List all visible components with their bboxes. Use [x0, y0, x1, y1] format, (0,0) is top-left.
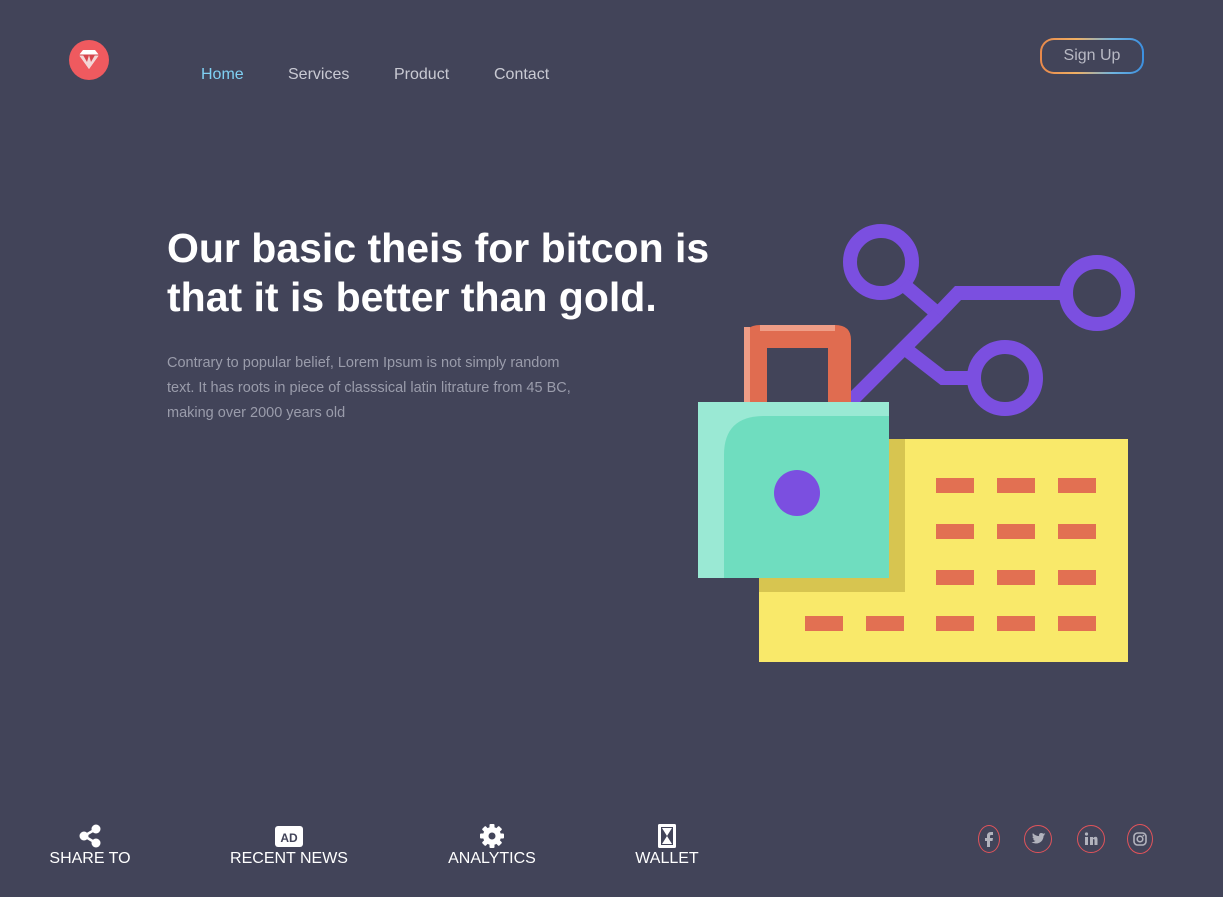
- svg-text:AD: AD: [280, 831, 298, 845]
- hero-illustration: [690, 220, 1140, 670]
- facebook-link[interactable]: [978, 825, 1000, 853]
- recent-news-button[interactable]: AD RECENT NEWS: [226, 823, 352, 868]
- hourglass-icon: [658, 824, 676, 848]
- wallet-label: WALLET: [635, 850, 699, 867]
- hero-paragraph-line1: Contrary to popular belief, Lorem Ipsum …: [167, 355, 560, 371]
- hero-headline-line2: that it is better than gold.: [167, 274, 657, 320]
- logo[interactable]: [69, 40, 109, 80]
- linkedin-icon: [1084, 832, 1098, 845]
- hero-paragraph-line2: text. It has roots in piece of classsica…: [167, 380, 571, 396]
- recent-news-label: RECENT NEWS: [230, 850, 348, 867]
- twitter-link[interactable]: [1024, 825, 1052, 853]
- network-icon: [843, 224, 1135, 416]
- instagram-icon: [1133, 832, 1147, 846]
- hero-headline: Our basic theis for bitcon is that it is…: [167, 224, 767, 322]
- share-to-label: SHARE TO: [49, 850, 131, 867]
- nav-home[interactable]: Home: [201, 66, 244, 84]
- security-illustration: [698, 224, 1135, 662]
- hero-headline-line1: Our basic theis for bitcon is: [167, 225, 710, 271]
- analytics-button[interactable]: ANALYTICS: [446, 823, 538, 868]
- ad-icon: AD: [275, 826, 303, 847]
- padlock-icon: [698, 325, 889, 578]
- nav-product[interactable]: Product: [394, 66, 449, 84]
- share-to-button[interactable]: SHARE TO: [45, 823, 135, 868]
- signup-button[interactable]: Sign Up: [1040, 38, 1144, 74]
- facebook-icon: [985, 832, 993, 847]
- wallet-button[interactable]: WALLET: [632, 823, 702, 868]
- analytics-label: ANALYTICS: [448, 850, 536, 867]
- twitter-icon: [1031, 833, 1046, 844]
- gear-icon: [480, 824, 504, 848]
- linkedin-link[interactable]: [1077, 825, 1105, 853]
- nav-services[interactable]: Services: [288, 66, 349, 84]
- signup-label: Sign Up: [1042, 40, 1142, 72]
- diamond-icon: [79, 50, 99, 69]
- nav-contact[interactable]: Contact: [494, 66, 549, 84]
- instagram-link[interactable]: [1127, 824, 1153, 854]
- share-icon: [79, 824, 101, 848]
- hero-paragraph-line3: making over 2000 years old: [167, 405, 346, 421]
- hero-paragraph: Contrary to popular belief, Lorem Ipsum …: [167, 351, 597, 426]
